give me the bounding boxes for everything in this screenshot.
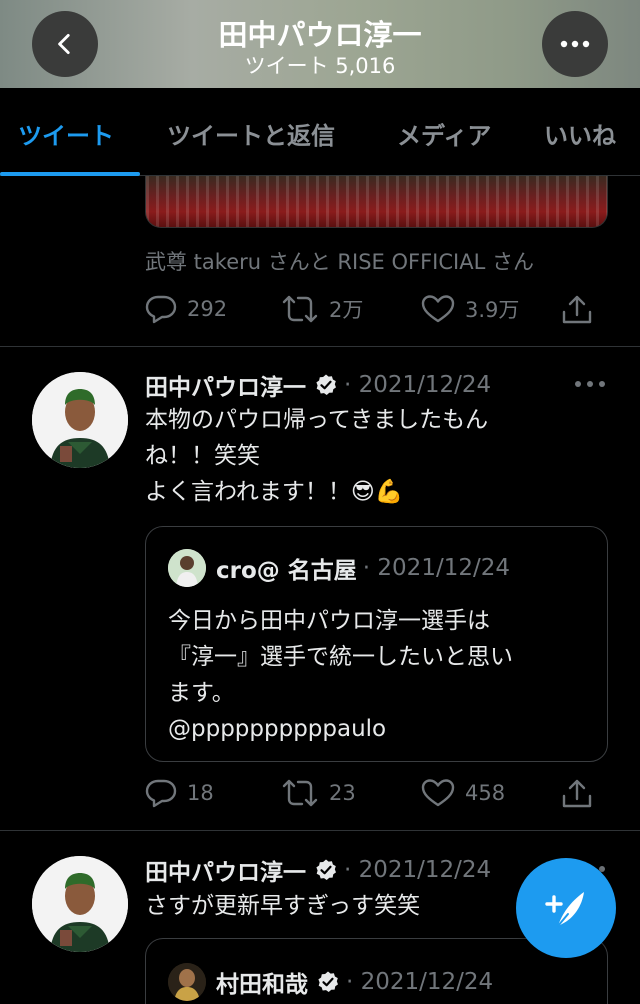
- like-icon: [421, 779, 455, 807]
- avatar[interactable]: [32, 856, 128, 952]
- tab-tweets[interactable]: ツイート: [18, 116, 114, 151]
- quote-date: · 2021/12/24: [362, 555, 510, 581]
- tweet-line: 本物のパウロ帰ってきましたもん: [145, 407, 489, 433]
- quote-author-name: cro@ 名古屋: [216, 558, 357, 584]
- tagged-users[interactable]: 武尊 takeru さんと RISE OFFICIAL さん: [145, 246, 534, 276]
- share-button[interactable]: [561, 778, 593, 810]
- like-button[interactable]: 458: [421, 778, 505, 808]
- tab-likes[interactable]: いいね: [544, 116, 616, 151]
- tweet-header: 田中パウロ淳一 · 2021/12/24: [145, 368, 491, 402]
- quote-line: ます。: [168, 680, 235, 706]
- tweet-text: 本物のパウロ帰ってきましたもん ね！！笑笑 よく言われます！！😎💪: [145, 402, 488, 510]
- tweet-line: さすが更新早すぎっす笑笑: [145, 893, 421, 919]
- quote-header: 村田和哉 · 2021/12/24: [168, 963, 493, 1001]
- quote-line: @ppppppppppaulo: [168, 716, 387, 742]
- like-icon: [421, 295, 455, 323]
- author-name[interactable]: 田中パウロ淳一: [145, 853, 306, 887]
- more-button[interactable]: [542, 11, 608, 77]
- verified-icon: [318, 971, 338, 992]
- reply-icon: [145, 779, 177, 808]
- active-tab-indicator: [0, 172, 140, 176]
- retweet-icon: [282, 779, 318, 807]
- like-button[interactable]: 3.9万: [421, 294, 519, 324]
- quote-header: cro@ 名古屋 · 2021/12/24: [168, 549, 510, 587]
- share-icon: [562, 779, 592, 808]
- tweet-header: 田中パウロ淳一 · 2021/12/24: [145, 853, 491, 887]
- retweet-button[interactable]: 23: [281, 778, 356, 808]
- verified-icon: [316, 859, 336, 880]
- tweet-line: よく言われます！！😎💪: [145, 479, 404, 505]
- share-icon: [562, 295, 592, 324]
- reply-count: 292: [187, 297, 228, 321]
- quote-date: · 2021/12/24: [346, 969, 494, 995]
- tweet-date[interactable]: · 2021/12/24: [344, 857, 491, 883]
- reply-icon: [145, 295, 177, 324]
- reply-button[interactable]: 18: [145, 778, 214, 808]
- tweet-divider: [0, 346, 640, 347]
- tab-media[interactable]: メディア: [397, 116, 491, 151]
- quoted-tweet[interactable]: cro@ 名古屋 · 2021/12/24 今日から田中パウロ淳一選手は 『淳一…: [145, 526, 608, 762]
- retweet-button[interactable]: 2万: [281, 294, 363, 324]
- compose-icon: [545, 892, 584, 927]
- tab-tweets-replies[interactable]: ツイートと返信: [167, 116, 335, 151]
- tweet-text: さすが更新早すぎっす笑笑: [145, 888, 420, 924]
- tweet-media[interactable]: [145, 176, 608, 228]
- retweet-count: 2万: [329, 298, 364, 322]
- retweet-count: 23: [329, 781, 356, 805]
- quote-text: 今日から田中パウロ淳一選手は 『淳一』選手で統一したいと思い ます。 @pppp…: [168, 603, 513, 747]
- reply-button[interactable]: 292: [145, 294, 227, 324]
- verified-icon: [316, 374, 336, 395]
- avatar[interactable]: [32, 372, 128, 468]
- share-button[interactable]: [561, 294, 593, 326]
- author-name[interactable]: 田中パウロ淳一: [145, 368, 306, 402]
- tweet-date[interactable]: · 2021/12/24: [344, 372, 491, 398]
- tweet-more-icon[interactable]: [574, 379, 606, 389]
- retweet-icon: [282, 295, 318, 323]
- quote-avatar: [168, 549, 206, 587]
- reply-count: 18: [187, 781, 214, 805]
- tweet-divider: [0, 830, 640, 831]
- compose-button[interactable]: [516, 858, 616, 958]
- quote-author-name: 村田和哉: [216, 972, 308, 998]
- profile-header: 田中パウロ淳一 ツイート 5,016: [0, 0, 640, 88]
- quote-line: 今日から田中パウロ淳一選手は: [168, 608, 490, 634]
- like-count: 3.9万: [465, 298, 520, 322]
- tweet-actions: 18 23 458: [145, 778, 605, 812]
- quote-line: 『淳一』選手で統一したいと思い: [168, 644, 513, 670]
- profile-tabs: ツイート ツイートと返信 メディア いいね: [0, 88, 640, 176]
- tweet-actions: 292 2万 3.9万: [145, 294, 605, 328]
- like-count: 458: [465, 781, 506, 805]
- quote-avatar: [168, 963, 206, 1001]
- tweet-line: ね！！笑笑: [145, 443, 260, 469]
- more-icon: [560, 40, 590, 48]
